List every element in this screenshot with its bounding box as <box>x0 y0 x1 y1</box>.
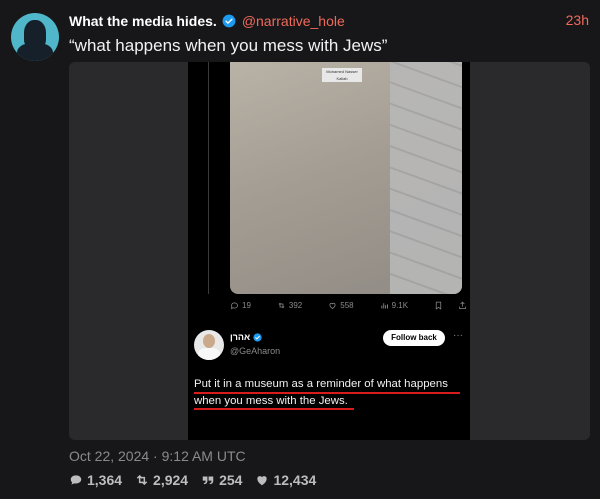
reply-avatar-shirt <box>198 348 220 360</box>
embedded-bookmark <box>434 301 446 310</box>
embedded-view-count: 9.1K <box>380 301 408 310</box>
comment-icon <box>70 475 82 485</box>
reply-author: אהרן <box>230 332 262 342</box>
tweet-date[interactable]: Oct 22, 2024 · 9:12 AM UTC <box>69 448 246 464</box>
views-icon <box>381 302 388 308</box>
embedded-share <box>458 301 470 310</box>
author-name[interactable]: What the media hides. <box>69 13 217 29</box>
tweet-media[interactable]: Mohamed Nasser Kallab 19 392 558 9.1K אה… <box>69 62 590 440</box>
heart-icon <box>329 302 336 309</box>
quote-icon <box>202 476 214 485</box>
likes-stat[interactable]: 12,434 <box>255 472 316 488</box>
reply-verified-icon <box>253 332 262 342</box>
reply-icon <box>230 302 238 309</box>
follow-back-button: Follow back <box>383 330 445 346</box>
share-icon <box>459 301 466 309</box>
reply-avatar <box>194 330 224 360</box>
retweets-stat[interactable]: 2,924 <box>135 472 188 488</box>
tweet-text: “what happens when you mess with Jews” <box>69 36 388 55</box>
author-avatar[interactable] <box>11 13 59 61</box>
embedded-photo: Mohamed Nasser Kallab <box>230 62 462 294</box>
embedded-retweet-count: 392 <box>277 301 302 310</box>
author-handle[interactable]: @narrative_hole <box>242 13 345 29</box>
thread-line <box>208 62 209 294</box>
bookmark-icon <box>435 301 442 310</box>
avatar-body <box>17 43 53 61</box>
reply-author-name: אהרן <box>230 332 251 342</box>
heart-icon <box>257 476 268 486</box>
tweet-stats: 1,364 2,924 254 12,434 <box>69 472 329 488</box>
red-underline-2 <box>194 408 354 410</box>
reply-handle: @GeAharon <box>230 346 281 356</box>
photo-label: Mohamed Nasser Kallab <box>322 68 362 82</box>
verified-icon <box>222 14 236 28</box>
red-underline-1 <box>194 392 460 394</box>
replies-stat[interactable]: 1,364 <box>69 472 122 488</box>
tweet-header: What the media hides. @narrative_hole <box>69 12 345 30</box>
embedded-like-count: 558 <box>328 301 354 310</box>
embedded-screenshot: Mohamed Nasser Kallab 19 392 558 9.1K אה… <box>188 62 470 440</box>
retweet-icon <box>278 302 285 308</box>
quotes-stat[interactable]: 254 <box>201 472 242 488</box>
reply-avatar-face <box>203 334 215 348</box>
tweet-time[interactable]: 23h <box>566 12 589 28</box>
more-icon: ··· <box>453 330 463 341</box>
photo-curb <box>390 62 462 294</box>
embedded-actions: 19 392 558 9.1K <box>230 298 466 312</box>
embedded-reply-count: 19 <box>230 301 251 310</box>
retweet-icon <box>136 474 148 486</box>
